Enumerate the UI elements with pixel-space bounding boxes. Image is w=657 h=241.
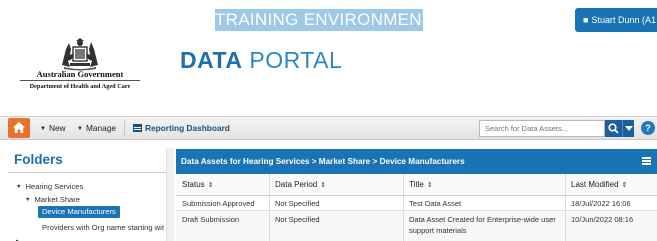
folder-device-manufacturers[interactable]: Device Manufacturers	[38, 206, 120, 218]
folder-label: Market Share	[34, 195, 81, 204]
folder-market-share[interactable]: ▼ Market Share	[25, 194, 80, 205]
manage-menu-label: Manage	[85, 123, 116, 133]
caret-down-icon: ▼	[40, 126, 46, 132]
sort-icon: ⇕	[207, 182, 214, 189]
dashboard-icon	[133, 124, 142, 132]
cell-data-period: Not Specified	[275, 215, 320, 224]
help-icon[interactable]: ?	[641, 121, 655, 135]
cell-data-period: Not Specified	[275, 199, 320, 208]
search-input[interactable]	[479, 120, 605, 137]
folder-label: Providers with Org name starting wit	[42, 223, 164, 232]
folders-scrollbar[interactable]	[166, 148, 174, 241]
search-options-dropdown[interactable]	[622, 120, 634, 137]
hamburger-menu-icon[interactable]	[642, 157, 651, 165]
folder-next-partial[interactable]: ▶	[16, 236, 24, 241]
cell-title[interactable]: Data Asset Created for Enterprise-wide u…	[409, 215, 556, 225]
user-icon: ■	[583, 15, 589, 25]
department-name: Department of Health and Aged Care	[29, 83, 131, 90]
cell-last-modified: 18/Jul/2022 16:06	[571, 199, 631, 208]
column-divider	[269, 174, 270, 241]
cell-status: Submission Approved	[182, 199, 255, 208]
user-menu-button[interactable]: ■ Stuart Dunn (A1	[575, 8, 657, 32]
column-header-last-modified[interactable]: Last Modified ⇕	[571, 174, 627, 196]
folders-divider	[8, 172, 166, 173]
cell-title[interactable]: Test Data Asset	[409, 199, 461, 209]
column-label: Last Modified	[571, 180, 619, 189]
sort-icon: ⇕	[320, 182, 327, 189]
coat-of-arms-icon	[62, 38, 98, 71]
column-header-title[interactable]: Title ⇕	[409, 174, 433, 196]
folders-heading: Folders	[14, 152, 63, 167]
data-portal-logo[interactable]: DATA PORTAL	[180, 47, 342, 73]
search-icon	[608, 123, 619, 134]
user-name: Stuart Dunn (A1	[591, 15, 656, 25]
reporting-dashboard-link[interactable]: Reporting Dashboard	[133, 118, 230, 138]
portal-logo-bold: DATA	[180, 47, 243, 73]
government-name: Australian Government	[36, 69, 124, 79]
cell-title-continued[interactable]: support materials	[409, 226, 467, 236]
table-title: Data Assets for Hearing Services > Marke…	[181, 157, 465, 166]
cell-last-modified: 10/Jun/2022 08:16	[571, 215, 634, 224]
caret-down-icon: ▼	[25, 197, 31, 203]
column-label: Status	[182, 180, 205, 189]
caret-down-icon: ▼	[16, 184, 22, 190]
column-divider	[565, 174, 566, 241]
logo-divider	[20, 80, 140, 81]
column-header-data-period[interactable]: Data Period ⇕	[275, 174, 326, 196]
sort-icon: ⇕	[426, 182, 433, 189]
column-label: Title	[409, 180, 424, 189]
home-icon	[13, 122, 25, 133]
reporting-dashboard-label: Reporting Dashboard	[145, 123, 230, 133]
nav-divider	[124, 120, 125, 136]
folder-label: Hearing Services	[25, 182, 84, 191]
column-label: Data Period	[275, 180, 318, 189]
folder-hearing-services[interactable]: ▼ Hearing Services	[16, 181, 83, 192]
sort-icon: ⇕	[621, 182, 628, 189]
home-button[interactable]	[8, 118, 30, 138]
search-button[interactable]	[605, 120, 622, 137]
column-header-status[interactable]: Status ⇕	[182, 174, 214, 196]
folder-providers[interactable]: Providers with Org name starting wit	[42, 222, 166, 233]
portal-logo-light: PORTAL	[249, 47, 343, 73]
new-menu[interactable]: ▼ New	[40, 118, 66, 138]
new-menu-label: New	[48, 123, 66, 133]
folder-label: Device Manufacturers	[42, 207, 116, 216]
manage-menu[interactable]: ▼ Manage	[77, 118, 116, 138]
environment-banner: TRAINING ENVIRONMENT	[215, 9, 423, 31]
column-divider	[403, 174, 404, 241]
cell-status: Draft Submission	[182, 215, 240, 224]
caret-down-icon	[625, 126, 633, 131]
caret-down-icon: ▼	[77, 126, 83, 132]
